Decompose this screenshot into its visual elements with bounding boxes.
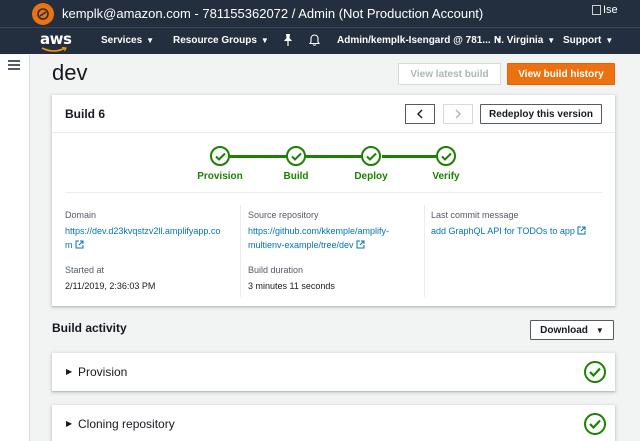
download-button[interactable]: Download ▼ <box>530 320 614 340</box>
divider <box>65 192 602 193</box>
view-latest-build-button[interactable]: View latest build <box>398 63 501 85</box>
external-link-icon <box>577 226 586 235</box>
build-title: Build 6 <box>65 107 106 121</box>
domain-label: Domain <box>65 210 97 220</box>
build-duration-value: 3 minutes 11 seconds <box>248 281 335 291</box>
build-duration-label: Build duration <box>248 265 304 275</box>
account-bar: kemplk@amazon.com - 781155362072 / Admin… <box>0 0 640 27</box>
step-label-provision: Provision <box>197 171 243 182</box>
step-deploy-check-icon <box>361 146 381 166</box>
activity-row-label: Provision <box>78 365 128 379</box>
previous-build-button[interactable] <box>405 104 435 124</box>
expand-triangle-icon[interactable]: ▶ <box>66 367 72 376</box>
build-card-header: Build 6 Redeploy this version <box>52 95 615 133</box>
last-commit-link[interactable]: add GraphQL API for TODOs to app <box>431 224 586 238</box>
build-activity-title: Build activity <box>52 321 127 335</box>
pin-icon[interactable] <box>283 34 293 46</box>
caret-down-icon: ▼ <box>595 325 604 335</box>
divider <box>240 205 241 297</box>
aws-console-nav: aws Services ▼ Resource Groups ▼ Admin/kem… <box>0 27 640 54</box>
activity-row-label: Cloning repository <box>78 417 175 431</box>
chevron-down-icon: ▼ <box>260 36 269 45</box>
support-menu[interactable]: Support ▼ <box>563 35 613 46</box>
build-details-card: Build 6 Redeploy this version Provision … <box>52 95 615 306</box>
account-info-text: kemplk@amazon.com - 781155362072 / Admin… <box>62 6 484 21</box>
step-build-check-icon <box>286 146 306 166</box>
divider <box>424 205 425 297</box>
step-label-build: Build <box>283 171 309 182</box>
chevron-left-icon <box>417 109 423 119</box>
account-menu[interactable]: Admin/kemplk-Isengard @ 781... ▼ <box>337 35 503 46</box>
last-commit-label: Last commit message <box>431 210 519 220</box>
aws-logo[interactable]: aws <box>40 30 72 54</box>
expand-triangle-icon[interactable]: ▶ <box>66 419 72 428</box>
activity-row-provision[interactable]: ▶ Provision <box>52 353 615 391</box>
started-at-label: Started at <box>65 265 105 275</box>
chevron-right-icon <box>455 109 461 119</box>
amazon-logo-icon <box>32 2 54 25</box>
activity-row-cloning-repository[interactable]: ▶ Cloning repository <box>52 405 615 441</box>
chevron-down-icon: ▼ <box>605 36 614 45</box>
external-link-icon <box>75 240 83 249</box>
chevron-down-icon: ▼ <box>547 36 556 45</box>
redeploy-button[interactable]: Redeploy this version <box>480 104 602 124</box>
page-title: dev <box>52 60 88 85</box>
view-build-history-button[interactable]: View build history <box>507 63 615 85</box>
step-label-deploy: Deploy <box>354 171 388 182</box>
source-repository-link[interactable]: https://github.com/kkemple/amplify- mult… <box>248 224 389 252</box>
broken-image-icon: Ise <box>592 4 618 16</box>
success-check-icon <box>584 361 606 383</box>
source-repository-label: Source repository <box>248 210 319 220</box>
bell-icon[interactable] <box>309 34 320 46</box>
resource-groups-menu[interactable]: Resource Groups ▼ <box>173 35 269 46</box>
started-at-value: 2/11/2019, 2:36:03 PM <box>65 281 156 291</box>
region-menu[interactable]: N. Virginia ▼ <box>494 35 555 46</box>
step-label-verify: Verify <box>432 171 460 182</box>
aws-smile-icon <box>41 47 67 52</box>
hamburger-menu-icon[interactable] <box>8 60 20 70</box>
step-provision-check-icon <box>210 146 230 166</box>
chevron-down-icon: ▼ <box>146 36 155 45</box>
next-build-button[interactable] <box>443 104 473 124</box>
success-check-icon <box>584 413 606 435</box>
step-verify-check-icon <box>436 146 456 166</box>
domain-link[interactable]: https://dev.d23kvqstzv2ll.amplifyapp.co … <box>65 224 220 252</box>
build-stepper: Provision Build Deploy Verify <box>52 133 615 191</box>
external-link-icon <box>356 240 365 249</box>
side-navigation-rail <box>0 55 30 441</box>
services-menu[interactable]: Services ▼ <box>101 35 154 46</box>
